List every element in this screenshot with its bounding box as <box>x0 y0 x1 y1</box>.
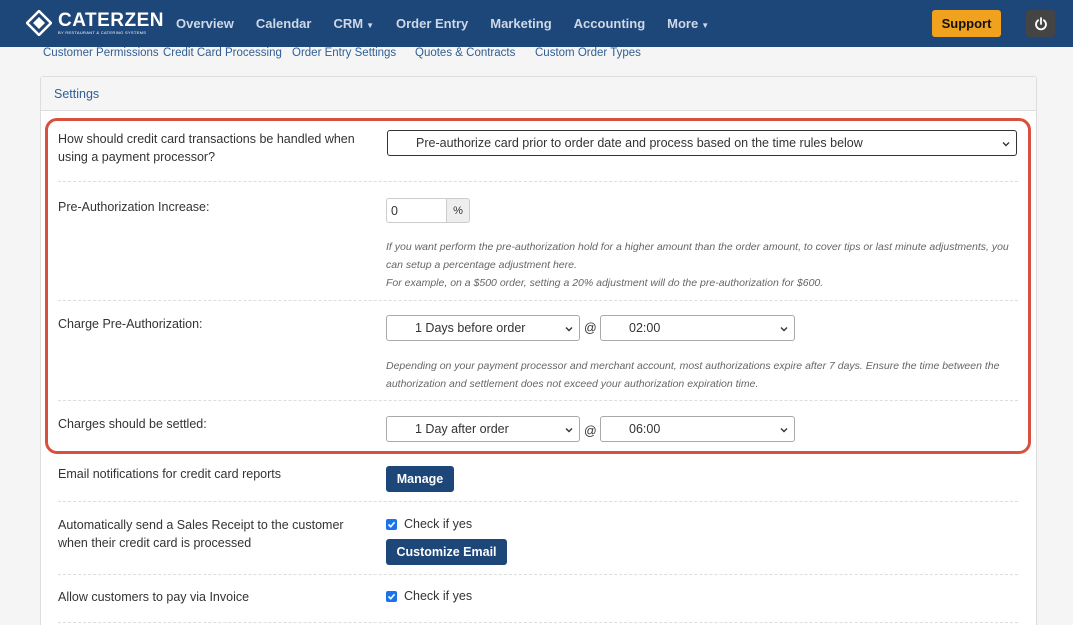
email-notifications-label: Email notifications for credit card repo… <box>58 467 282 481</box>
caret-down-icon: ▼ <box>366 21 374 30</box>
chevron-down-icon <box>565 327 573 332</box>
nav-order-entry[interactable]: Order Entry <box>396 16 468 31</box>
logo-diamond-icon <box>25 9 53 37</box>
subnav-customer-permissions[interactable]: Customer Permissions <box>43 47 159 59</box>
charge-preauth-label: Charge Pre-Authorization: <box>58 317 203 331</box>
divider <box>58 181 1018 182</box>
top-navbar: CATERZEN BY RESTAURANT & CATERING SYSTEM… <box>0 0 1073 47</box>
power-icon <box>1034 16 1047 30</box>
caterzen-logo[interactable]: CATERZEN BY RESTAURANT & CATERING SYSTEM… <box>25 9 165 37</box>
nav-more[interactable]: More ▼ <box>667 16 709 31</box>
logo-name: CATERZEN <box>58 10 165 31</box>
charge-preauth-time-value: 02:00 <box>629 321 661 335</box>
settle-day-value: 1 Day after order <box>415 422 509 436</box>
cc-handling-select[interactable]: Pre-authorize card prior to order date a… <box>387 130 1017 156</box>
divider <box>58 574 1018 575</box>
nav-overview[interactable]: Overview <box>176 16 234 31</box>
charge-preauth-day-value: 1 Days before order <box>415 321 526 335</box>
checkbox-checked-icon[interactable] <box>386 518 397 530</box>
settle-day-select[interactable]: 1 Day after order <box>386 416 580 442</box>
sales-receipt-label: Automatically send a Sales Receipt to th… <box>58 518 344 550</box>
charge-preauth-help: Depending on your payment processor and … <box>386 360 1000 390</box>
divider <box>58 400 1018 401</box>
divider <box>58 622 1018 623</box>
cc-handling-value: Pre-authorize card prior to order date a… <box>416 136 863 150</box>
at-symbol: @ <box>584 321 597 335</box>
nav-calendar[interactable]: Calendar <box>256 16 312 31</box>
invoice-check-label: Check if yes <box>404 589 473 603</box>
subnav-quotes-contracts[interactable]: Quotes & Contracts <box>415 47 515 59</box>
divider <box>58 300 1018 301</box>
subnav-credit-card-processing[interactable]: Credit Card Processing <box>163 47 282 59</box>
nav-crm-label: CRM <box>333 16 364 31</box>
main-nav: Overview Calendar CRM ▼ Order Entry Marke… <box>176 0 731 47</box>
logo-tagline: BY RESTAURANT & CATERING SYSTEMS <box>58 30 147 35</box>
preauth-increase-value: 0 <box>391 203 398 218</box>
charge-preauth-time-select[interactable]: 02:00 <box>600 315 795 341</box>
nav-marketing[interactable]: Marketing <box>490 16 551 31</box>
nav-more-label: More <box>667 16 699 31</box>
preauth-increase-input[interactable]: 0 <box>386 198 447 223</box>
nav-accounting[interactable]: Accounting <box>574 16 646 31</box>
preauth-increase-label: Pre-Authorization Increase: <box>58 200 210 214</box>
invoice-label: Allow customers to pay via Invoice <box>58 590 250 604</box>
sub-nav: Customer Permissions Credit Card Process… <box>0 47 1073 65</box>
divider <box>58 501 1018 502</box>
preauth-help-1: If you want perform the pre-authorizatio… <box>386 241 1009 271</box>
logout-button[interactable] <box>1026 10 1055 37</box>
chevron-down-icon <box>1002 142 1010 147</box>
support-button[interactable]: Support <box>932 10 1001 37</box>
manage-button[interactable]: Manage <box>386 466 454 492</box>
subnav-custom-order-types[interactable]: Custom Order Types <box>535 47 641 59</box>
invoice-check[interactable]: Check if yes <box>386 589 472 603</box>
charge-preauth-day-select[interactable]: 1 Days before order <box>386 315 580 341</box>
chevron-down-icon <box>780 327 788 332</box>
customize-email-button[interactable]: Customize Email <box>386 539 507 565</box>
subnav-order-entry-settings[interactable]: Order Entry Settings <box>292 47 396 59</box>
panel-title: Settings <box>41 77 1036 111</box>
nav-crm[interactable]: CRM ▼ <box>333 16 374 31</box>
settle-time-select[interactable]: 06:00 <box>600 416 795 442</box>
settle-time-value: 06:00 <box>629 422 661 436</box>
percent-addon: % <box>447 198 470 223</box>
checkbox-checked-icon[interactable] <box>386 590 397 602</box>
sales-receipt-check[interactable]: Check if yes <box>386 517 472 531</box>
cc-handling-label: How should credit card transactions be h… <box>58 132 355 164</box>
chevron-down-icon <box>565 428 573 433</box>
at-symbol: @ <box>584 424 597 438</box>
preauth-help-2: For example, on a $500 order, setting a … <box>386 277 824 289</box>
chevron-down-icon <box>780 428 788 433</box>
caret-down-icon: ▼ <box>701 21 710 30</box>
settle-label: Charges should be settled: <box>58 417 207 431</box>
sales-receipt-check-label: Check if yes <box>404 517 473 531</box>
